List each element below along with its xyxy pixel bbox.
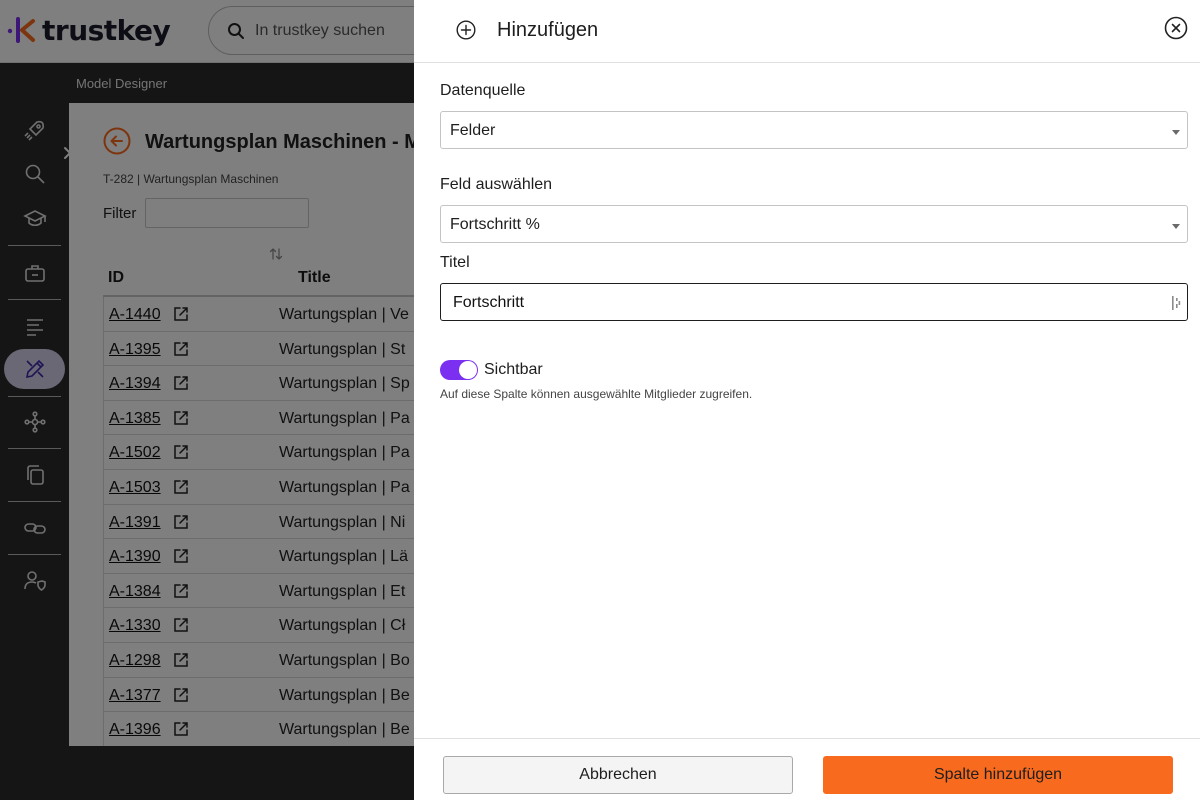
drawer-header: Hinzufügen (414, 0, 1200, 63)
datasource-label: Datenquelle (440, 82, 526, 99)
add-column-button[interactable]: Spalte hinzufügen (823, 756, 1173, 794)
datasource-value: Felder (450, 122, 496, 139)
toggle-knob (459, 361, 477, 379)
field-label: Feld auswählen (440, 176, 553, 193)
title-input-value: Fortschritt (453, 294, 525, 311)
cancel-button[interactable]: Abbrechen (443, 756, 793, 794)
drawer-title: Hinzufügen (497, 19, 599, 41)
title-label: Titel (440, 254, 470, 271)
add-circle-icon (456, 20, 476, 40)
datasource-select[interactable]: Felder (440, 111, 1188, 149)
close-icon[interactable] (1164, 16, 1188, 40)
field-select[interactable]: Fortschritt % (440, 205, 1188, 243)
caret-down-icon (1172, 130, 1180, 135)
field-value: Fortschritt % (450, 216, 540, 233)
title-input[interactable]: Fortschritt (440, 283, 1188, 321)
caret-down-icon (1172, 224, 1180, 229)
visible-label: Sichtbar (484, 361, 543, 378)
visible-toggle[interactable] (440, 360, 478, 380)
input-assist-icon[interactable] (1171, 295, 1181, 311)
drawer-footer: Abbrechen Spalte hinzufügen (414, 738, 1200, 800)
visible-hint: Auf diese Spalte können ausgewählte Mitg… (440, 387, 753, 401)
add-column-drawer: Hinzufügen Datenquelle Felder Feld auswä… (414, 0, 1200, 800)
